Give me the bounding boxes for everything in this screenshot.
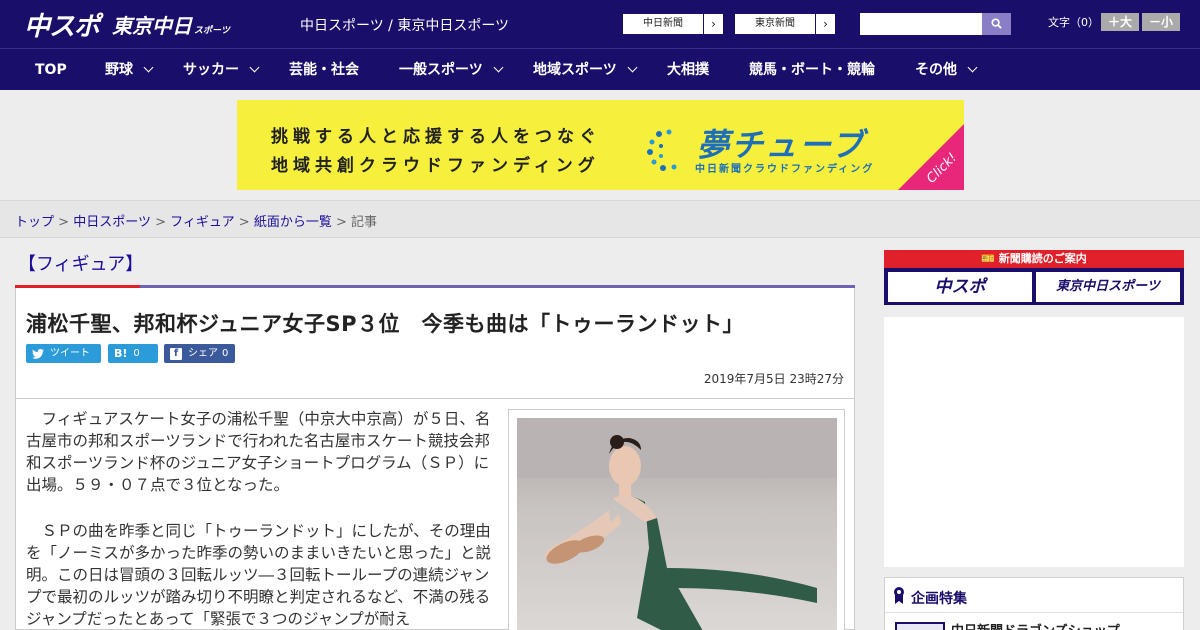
tweet-label: ツイート — [50, 348, 90, 359]
chevron-down-icon — [249, 62, 260, 73]
breadcrumb-separator: > — [155, 215, 166, 230]
nav-top[interactable]: TOP — [35, 49, 67, 91]
feature-divider — [885, 612, 1183, 613]
font-bigger-button[interactable]: ＋大 — [1101, 13, 1139, 31]
feature-box: 企画特集 中日新聞ドラゴンズショップ — [884, 577, 1184, 630]
breadcrumb-chunichi-sports[interactable]: 中日スポーツ — [73, 215, 151, 230]
ticket-icon: 🎫 — [981, 252, 995, 265]
tweet-button[interactable]: ツイート — [26, 344, 101, 363]
tokyo-logo-suffix: スポーツ — [194, 26, 230, 36]
subscription-heading-text: 新聞購読のご案内 — [998, 252, 1087, 265]
article-headline: 浦松千聖、邦和杯ジュニア女子SP３位 今季も曲は「トゥーランドット」 — [26, 312, 745, 336]
font-smaller-button[interactable]: －小 — [1142, 13, 1180, 31]
article-date: 2019年7月5日 23時27分 — [703, 372, 844, 386]
facebook-f-icon: f — [170, 347, 182, 360]
chevron-down-icon — [143, 62, 154, 73]
crowdfunding-banner[interactable]: 挑戦する人と応援する人をつなぐ 地域共創クラウドファンディング 夢チューブ 中日… — [237, 100, 964, 190]
subscription-heading: 🎫 新聞購読のご案内 — [884, 250, 1184, 268]
nav-local-sports[interactable]: 地域スポーツ — [533, 49, 638, 91]
nav-label: 競馬・ボート・競輪 — [749, 62, 875, 78]
facebook-share-button[interactable]: f シェア 0 — [164, 344, 235, 363]
article-card: 浦松千聖、邦和杯ジュニア女子SP３位 今季も曲は「トゥーランドット」 ツイート … — [15, 288, 855, 630]
tokyo-shimbun-link[interactable]: 東京新聞 › — [734, 13, 836, 35]
nav-label: 芸能・社会 — [289, 62, 359, 78]
facebook-share-label: シェア — [188, 348, 218, 359]
article-paragraph: ＳＰの曲を昨季と同じ「トゥーランドット」にしたが、その理由を「ノーミスが多かった… — [26, 522, 492, 628]
nav-soccer[interactable]: サッカー — [183, 49, 260, 91]
search-input[interactable] — [860, 13, 982, 35]
nav-entertainment[interactable]: 芸能・社会 — [289, 49, 359, 91]
breadcrumb-list[interactable]: 紙面から一覧 — [254, 215, 332, 230]
breadcrumb-separator: > — [335, 215, 347, 230]
chevron-right-icon: › — [815, 14, 835, 34]
banner-line1: 挑戦する人と応援する人をつなぐ — [271, 127, 601, 147]
breadcrumb-figure[interactable]: フィギュア — [170, 215, 234, 230]
breadcrumb-separator: > — [58, 215, 70, 230]
feature-item-link[interactable]: 中日新聞ドラゴンズショップ — [951, 620, 1120, 630]
skater-illustration — [517, 418, 837, 630]
hatena-b-icon: B! — [114, 347, 128, 360]
banner-brand-sub: 中日新聞クラウドファンディング — [695, 164, 875, 175]
main-nav: TOP 野球 サッカー 芸能・社会 一般スポーツ 地域スポーツ 大相撲 競馬・ボ… — [0, 48, 1200, 90]
nav-general-sports[interactable]: 一般スポーツ — [399, 49, 504, 91]
feature-title: 企画特集 — [911, 591, 967, 607]
breadcrumb-separator: > — [238, 215, 250, 230]
ext-link-label: 東京新聞 — [755, 18, 795, 29]
nav-label: 地域スポーツ — [533, 62, 617, 78]
chuspo-logo[interactable]: 中スポ — [24, 6, 100, 43]
nav-baseball[interactable]: 野球 — [105, 49, 154, 91]
ribbon-badge-icon — [894, 587, 904, 604]
banner-line2: 地域共創クラウドファンディング — [271, 156, 600, 176]
nav-label: 一般スポーツ — [399, 62, 483, 78]
nav-sumo[interactable]: 大相撲 — [667, 49, 709, 91]
tokyo-logo-text: 東京中日 — [112, 14, 192, 38]
dots-logo-icon — [647, 129, 677, 171]
chevron-down-icon — [493, 62, 504, 73]
dragons-shop-thumbnail[interactable] — [895, 622, 945, 630]
nav-label: その他 — [915, 62, 957, 78]
breadcrumb-top[interactable]: トップ — [15, 215, 54, 230]
subscribe-chuspo-button[interactable]: 中スポ — [888, 272, 1032, 302]
facebook-share-count: 0 — [222, 348, 229, 359]
category-label[interactable]: 【フィギュア】 — [18, 250, 143, 276]
font-size-label: 文字（0） — [1048, 16, 1099, 29]
chevron-down-icon — [627, 62, 638, 73]
tokyo-chunichi-logo[interactable]: 東京中日 スポーツ — [112, 10, 230, 39]
subscription-box: 🎫 新聞購読のご案内 中スポ 東京中日スポーツ — [884, 250, 1184, 305]
site-title-link[interactable]: 中日スポーツ / 東京中日スポーツ — [300, 15, 509, 35]
search-button[interactable] — [982, 13, 1011, 35]
nav-label: 大相撲 — [667, 62, 709, 78]
top-header: 中スポ 東京中日 スポーツ 中日スポーツ / 東京中日スポーツ 中日新聞 › 東… — [0, 0, 1200, 48]
subscribe-tokyo-button[interactable]: 東京中日スポーツ — [1036, 272, 1180, 302]
chevron-right-icon: › — [703, 14, 723, 34]
nav-label: サッカー — [183, 62, 239, 78]
breadcrumb: トップ > 中日スポーツ > フィギュア > 紙面から一覧 > 記事 — [0, 200, 1200, 238]
card-divider — [16, 398, 854, 399]
nav-racing[interactable]: 競馬・ボート・競輪 — [749, 49, 875, 91]
hatena-count: 0 — [133, 348, 140, 359]
ext-link-label: 中日新聞 — [643, 18, 683, 29]
nav-label: TOP — [35, 62, 67, 78]
chunichi-shimbun-link[interactable]: 中日新聞 › — [622, 13, 724, 35]
article-paragraph: フィギュアスケート女子の浦松千聖（中京大中京高）が５日、名古屋市の邦和スポーツラ… — [26, 410, 491, 494]
hatena-bookmark-button[interactable]: B! 0 — [108, 344, 158, 363]
breadcrumb-current: 記事 — [351, 215, 378, 230]
twitter-bird-icon — [32, 348, 44, 359]
article-photo-frame — [508, 409, 845, 630]
figure-skater-photo[interactable] — [517, 418, 837, 630]
search-icon — [991, 18, 1002, 29]
ad-slot — [884, 317, 1184, 567]
nav-label: 野球 — [105, 62, 133, 78]
nav-other[interactable]: その他 — [915, 49, 978, 91]
chevron-down-icon — [967, 62, 978, 73]
